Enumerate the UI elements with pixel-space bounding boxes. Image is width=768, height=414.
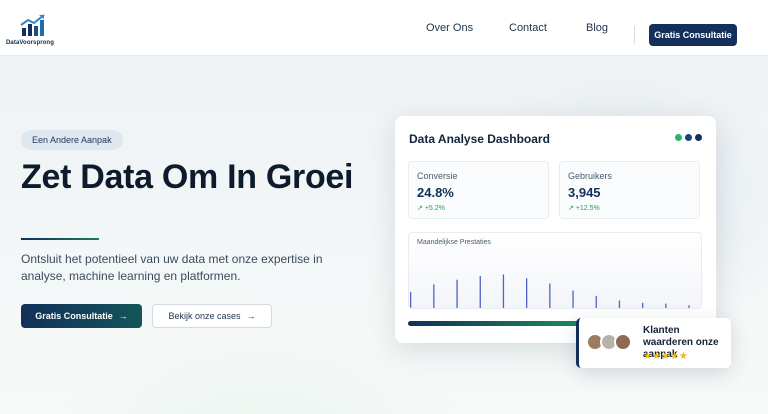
title-underline [21,238,99,240]
stat-delta-value: +12.5% [575,205,600,212]
chart-bar [456,279,458,308]
status-dot-green [675,134,682,141]
chart-bar [410,292,412,308]
dashboard-card: Data Analyse Dashboard Conversie 24.8% ↗… [395,116,716,343]
chart-bar [595,295,597,308]
review-card: Klanten waarderen onze aanpak ★★★★★ [576,318,731,368]
stat-value: 3,945 [568,185,601,200]
stat-label: Conversie [417,171,458,181]
trend-up-icon: ↗ [568,205,576,212]
stat-card-gebruikers: Gebruikers 3,945 ↗ +12.5% [559,161,700,219]
chart-bar [502,274,505,308]
chart-bar [665,303,667,308]
stat-delta-value: +5.2% [424,205,445,212]
nav-link-blog[interactable]: Blog [586,22,608,34]
chart-bar [688,305,690,308]
view-cases-button[interactable]: Bekijk onze cases → [152,304,272,328]
monthly-performance-chart: Maandelijkse Prestaties [408,232,702,309]
hero-subtitle: Ontsluit het potentieel van uw data met … [21,252,323,283]
chart-logo-icon [20,14,45,36]
stat-value: 24.8% [417,185,454,200]
chart-bar [572,290,574,308]
stat-card-conversie: Conversie 24.8% ↗ +5.2% [408,161,549,219]
chart-bar [479,275,481,308]
chart-bar [618,300,621,308]
consultation-button-label: Gratis Consultatie [35,311,113,321]
progress-bar-fill [408,321,579,326]
arrow-right-icon: → [118,311,128,321]
stat-label: Gebruikers [568,171,613,181]
header-consultation-button[interactable]: Gratis Consultatie [649,24,737,46]
star-rating: ★★★★★ [643,351,688,362]
avatar [614,333,632,351]
chart-bar [433,284,435,308]
status-dot-blue [685,134,692,141]
chart-bar [642,302,644,308]
hero-badge: Een Andere Aanpak [21,130,123,150]
stat-delta: ↗ +5.2% [417,204,445,212]
trend-up-icon: ↗ [417,205,425,212]
nav-link-contact[interactable]: Contact [509,22,547,34]
arrow-right-icon: → [246,311,256,321]
chart-bar [549,283,551,308]
site-header: DataVoorsprong Over Ons Contact Blog Gra… [0,0,768,56]
consultation-button[interactable]: Gratis Consultatie → [21,304,142,328]
stat-delta: ↗ +12.5% [568,204,600,212]
chart-title: Maandelijkse Prestaties [417,239,491,246]
dashboard-title: Data Analyse Dashboard [409,132,550,146]
chart-bar [526,278,528,308]
view-cases-button-label: Bekijk onze cases [168,311,241,321]
nav-link-over-ons[interactable]: Over Ons [426,22,473,34]
logo[interactable]: DataVoorsprong [6,14,66,48]
hero-title: Zet Data Om In Groei [21,158,354,196]
nav-divider [634,26,635,44]
status-dot-navy [695,134,702,141]
logo-text: DataVoorsprong [6,40,54,46]
